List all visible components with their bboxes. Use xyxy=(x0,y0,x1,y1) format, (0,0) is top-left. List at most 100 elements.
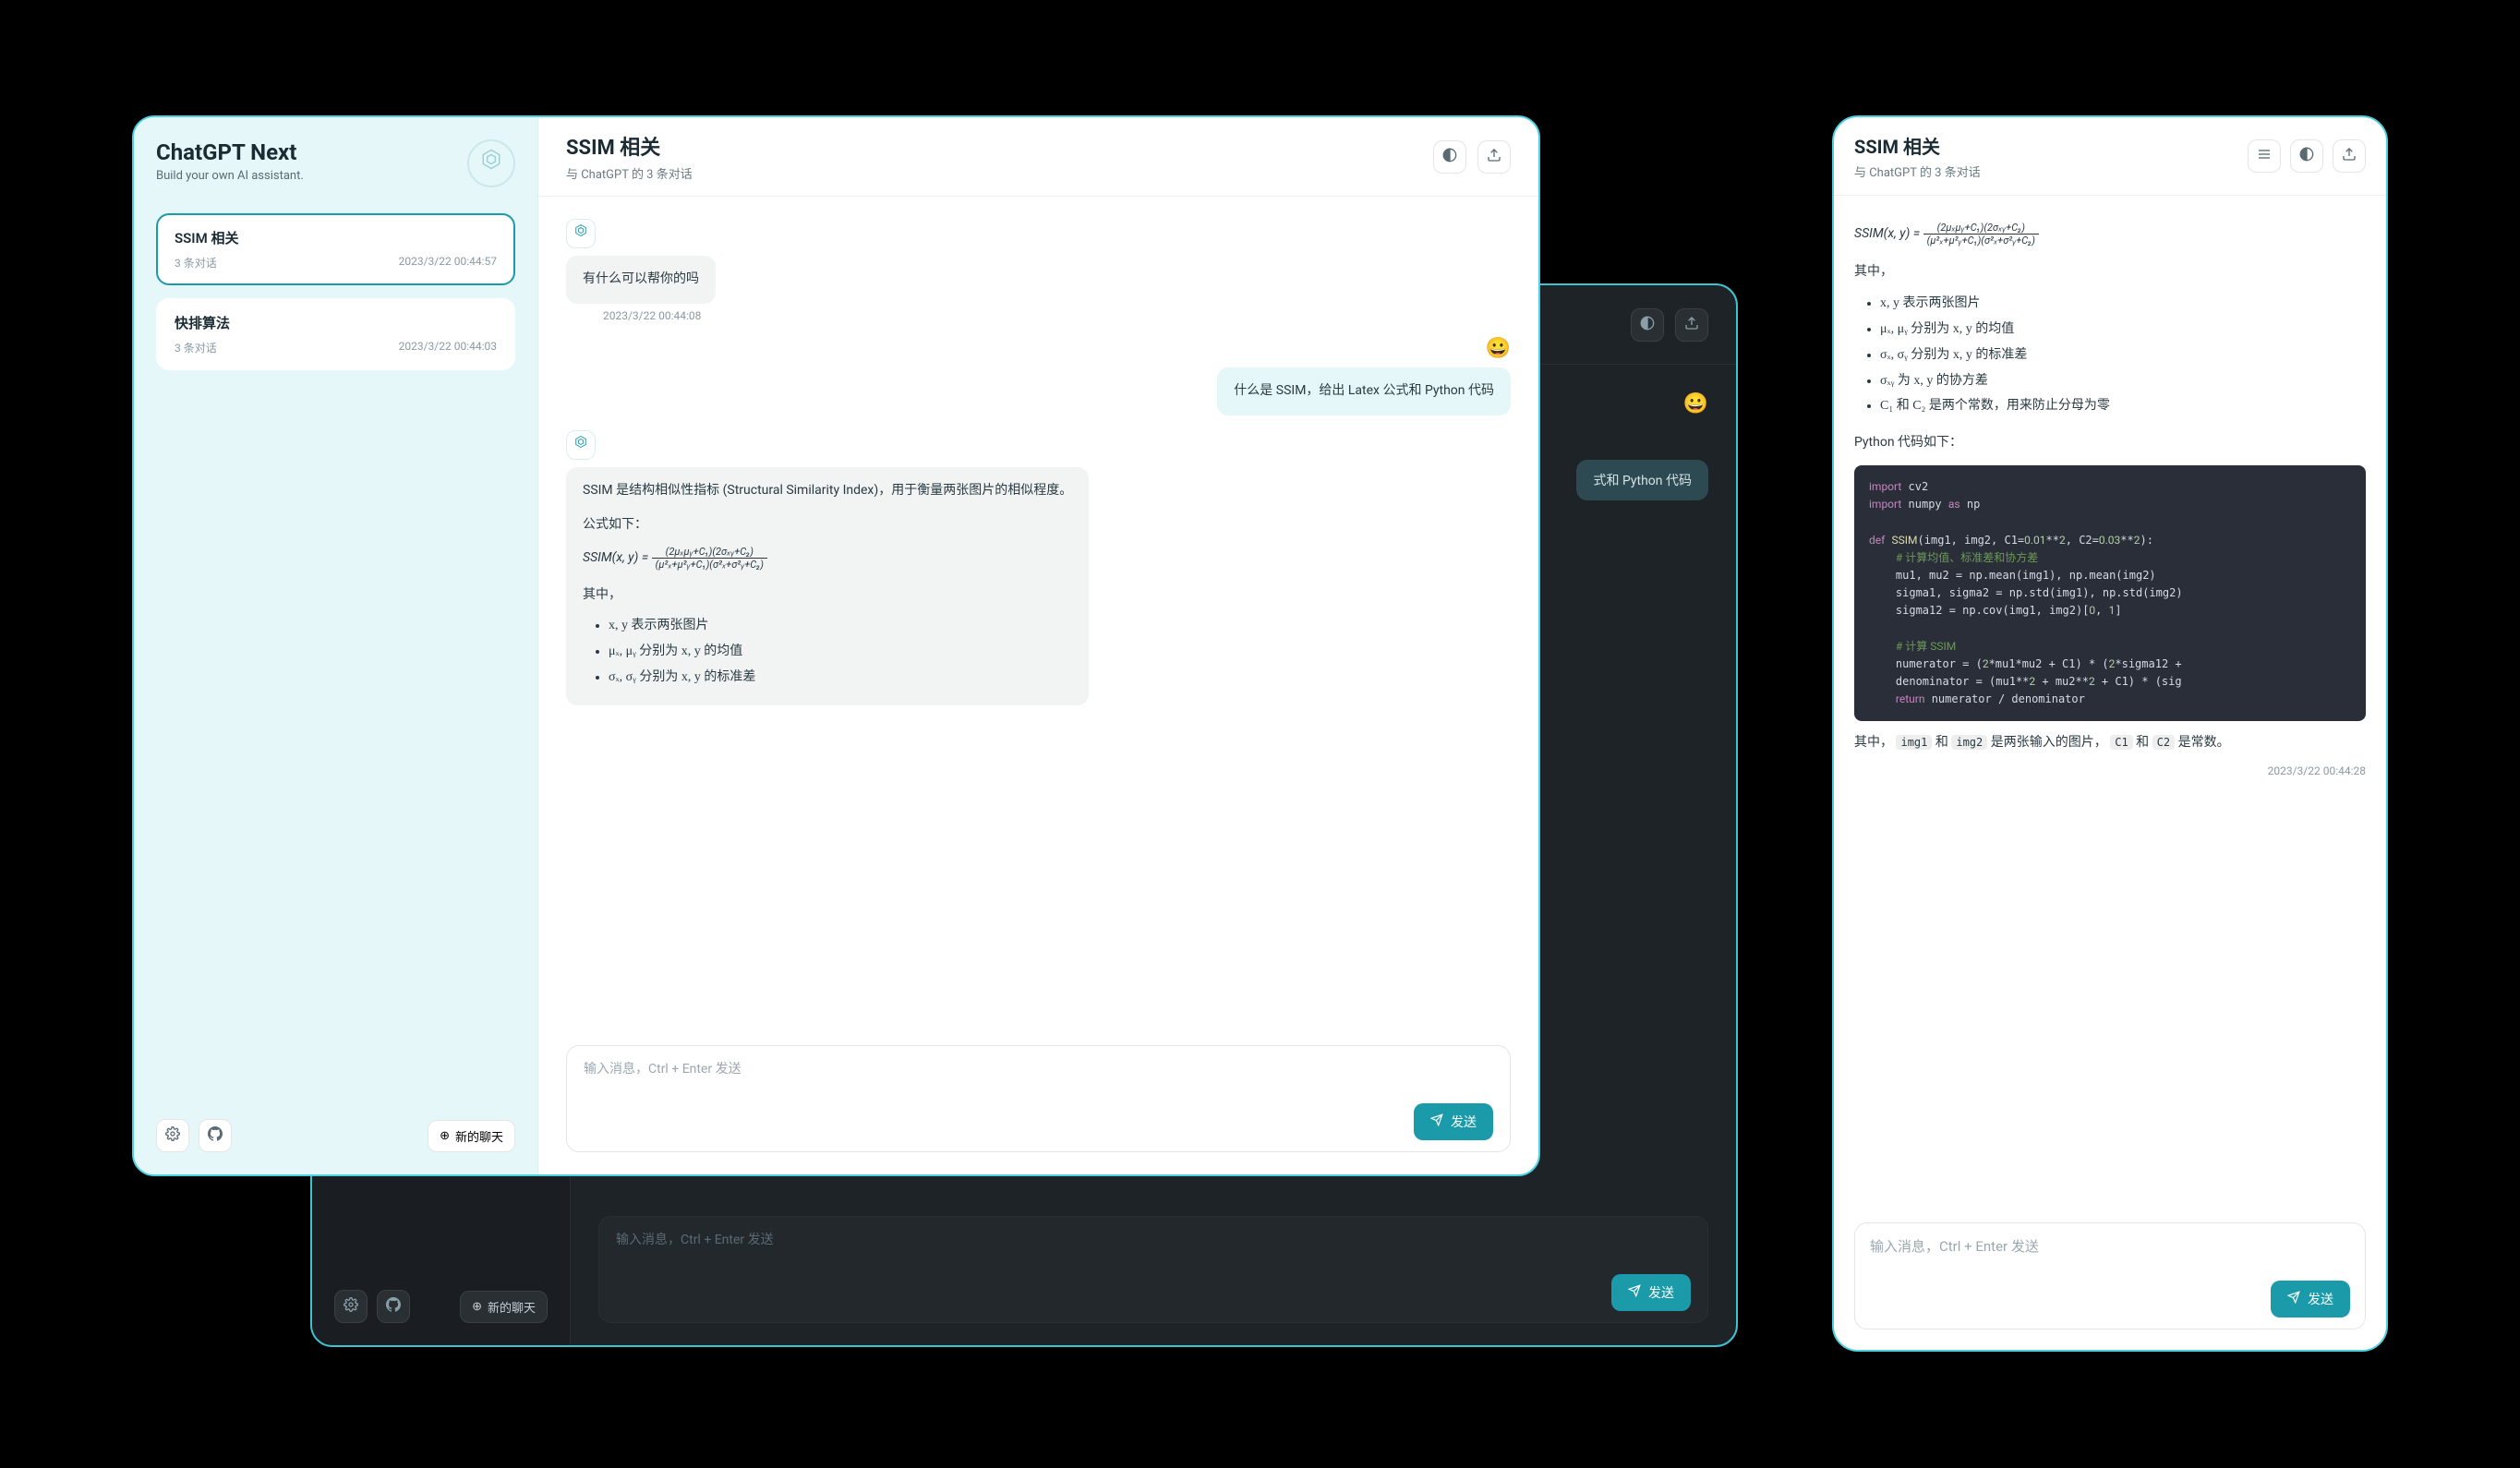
upload-icon xyxy=(1487,148,1501,166)
list-item: x, y 表示两张图片 xyxy=(1880,293,2366,315)
page-subtitle: 与 ChatGPT 的 3 条对话 xyxy=(566,164,693,182)
settings-button[interactable] xyxy=(156,1119,189,1152)
send-button[interactable]: 发送 xyxy=(1611,1274,1691,1311)
where-label: 其中， xyxy=(1854,261,2366,283)
new-chat-button[interactable]: ⊕ 新的聊天 xyxy=(428,1120,515,1152)
code-footer: 其中， img1 和 img2 是两张输入的图片， C1 和 C2 是常数。 xyxy=(1854,732,2366,754)
conversation-item-0[interactable]: SSIM 相关 3 条对话 2023/3/22 00:44:57 xyxy=(156,213,515,285)
new-chat-button[interactable]: ⊕ 新的聊天 xyxy=(460,1291,548,1323)
inline-code: C1 xyxy=(2110,735,2132,750)
gear-icon xyxy=(165,1126,180,1145)
conversation-item-1[interactable]: 快排算法 3 条对话 2023/3/22 00:44:03 xyxy=(156,298,515,370)
brand-title: ChatGPT Next xyxy=(156,139,304,165)
message-input[interactable] xyxy=(1870,1236,2350,1281)
topbar: SSIM 相关 与 ChatGPT 的 3 条对话 xyxy=(538,117,1538,197)
github-icon xyxy=(386,1297,401,1316)
send-label: 发送 xyxy=(1648,1283,1674,1302)
ssim-formula: SSIM(x, y) = (2μₓμᵧ+C₁)(2σₓᵧ+C₂)(μ²ₓ+μ²ᵧ… xyxy=(1854,222,2366,247)
export-button[interactable] xyxy=(1477,140,1511,174)
plus-icon: ⊕ xyxy=(440,1129,450,1143)
assistant-avatar xyxy=(566,219,596,248)
chat-area[interactable]: 有什么可以帮你的吗 2023/3/22 00:44:08 😀 什么是 SSIM，… xyxy=(538,197,1538,1045)
settings-button[interactable] xyxy=(334,1290,368,1323)
assistant-avatar xyxy=(566,430,596,460)
mobile-composer: 发送 xyxy=(1834,1208,2386,1350)
brand-logo xyxy=(467,139,515,187)
sidebar-footer: ⊕ 新的聊天 xyxy=(156,1119,515,1152)
openai-icon xyxy=(573,223,589,244)
mobile-chat-area[interactable]: SSIM(x, y) = (2μₓμᵧ+C₁)(2σₓᵧ+C₂)(μ²ₓ+μ²ᵧ… xyxy=(1834,196,2386,1208)
assistant-message-row: 有什么可以帮你的吗 2023/3/22 00:44:08 xyxy=(566,219,1511,322)
inline-code: img2 xyxy=(1951,735,1987,750)
menu-icon xyxy=(2257,147,2272,165)
github-icon xyxy=(208,1126,223,1145)
inline-code: C2 xyxy=(2152,735,2175,750)
python-label: Python 代码如下： xyxy=(1854,432,2366,454)
export-button[interactable] xyxy=(1675,308,1708,342)
definition-list: x, y 表示两张图片 μₓ, μᵧ 分别为 x, y 的均值 σₓ, σᵧ 分… xyxy=(583,615,1072,688)
send-label: 发送 xyxy=(1451,1113,1477,1131)
assistant-bubble: SSIM 是结构相似性指标 (Structural Similarity Ind… xyxy=(566,467,1089,705)
definition-list: x, y 表示两张图片 μₓ, μᵧ 分别为 x, y 的均值 σₓ, σᵧ 分… xyxy=(1854,293,2366,417)
message-timestamp: 2023/3/22 00:44:28 xyxy=(1854,762,2366,780)
github-button[interactable] xyxy=(377,1290,410,1323)
ssim-formula: SSIM(x, y) = (2μₓμᵧ+C₁)(2σₓᵧ+C₂)(μ²ₓ+μ²ᵧ… xyxy=(583,546,1072,571)
user-avatar: 😀 xyxy=(1683,392,1708,415)
page-subtitle: 与 ChatGPT 的 3 条对话 xyxy=(1854,162,1981,180)
user-message-row: 😀 什么是 SSIM，给出 Latex 公式和 Python 代码 xyxy=(566,337,1511,415)
list-item: x, y 表示两张图片 xyxy=(609,615,1072,637)
app-window-light: ChatGPT Next Build your own AI assistant… xyxy=(132,115,1540,1176)
conversation-title: SSIM 相关 xyxy=(175,228,497,247)
upload-icon xyxy=(1684,316,1699,334)
assistant-message-row: SSIM 是结构相似性指标 (Structural Similarity Ind… xyxy=(566,430,1511,705)
user-bubble: 什么是 SSIM，给出 Latex 公式和 Python 代码 xyxy=(1217,367,1511,415)
list-item: σₓ, σᵧ 分别为 x, y 的标准差 xyxy=(609,667,1072,689)
plus-icon: ⊕ xyxy=(472,1300,482,1314)
list-item: μₓ, μᵧ 分别为 x, y 的均值 xyxy=(609,641,1072,663)
theme-icon xyxy=(1442,148,1457,166)
ssim-intro: SSIM 是结构相似性指标 (Structural Similarity Ind… xyxy=(583,480,1072,502)
brand-header: ChatGPT Next Build your own AI assistant… xyxy=(156,139,515,187)
message-input[interactable] xyxy=(616,1230,1691,1274)
list-item: σₓ, σᵧ 分别为 x, y 的标准差 xyxy=(1880,344,2366,367)
new-chat-label: 新的聊天 xyxy=(455,1127,503,1145)
send-button[interactable]: 发送 xyxy=(2271,1281,2350,1318)
where-label: 其中， xyxy=(583,584,1072,607)
mobile-topbar: SSIM 相关 与 ChatGPT 的 3 条对话 xyxy=(1834,117,2386,196)
theme-button[interactable] xyxy=(1433,140,1466,174)
openai-icon xyxy=(477,148,505,179)
theme-icon xyxy=(2299,147,2314,165)
user-message: 式和 Python 代码 xyxy=(1576,460,1708,500)
conversation-time: 2023/3/22 00:44:57 xyxy=(399,255,497,271)
page-title: SSIM 相关 xyxy=(1854,132,1981,159)
github-button[interactable] xyxy=(199,1119,232,1152)
upload-icon xyxy=(2342,147,2357,165)
app-window-mobile: SSIM 相关 与 ChatGPT 的 3 条对话 xyxy=(1832,115,2388,1352)
message-input[interactable] xyxy=(584,1059,1493,1103)
sidebar: ChatGPT Next Build your own AI assistant… xyxy=(134,117,538,1174)
brand-subtitle: Build your own AI assistant. xyxy=(156,169,304,183)
conversation-title: 快排算法 xyxy=(175,313,497,332)
send-button[interactable]: 发送 xyxy=(1414,1103,1493,1140)
main-column: SSIM 相关 与 ChatGPT 的 3 条对话 xyxy=(538,117,1538,1174)
formula-label: 公式如下： xyxy=(583,514,1072,536)
export-button[interactable] xyxy=(2333,139,2366,173)
menu-button[interactable] xyxy=(2248,139,2281,173)
theme-button[interactable] xyxy=(1631,308,1664,342)
code-block: import cv2 import numpy as np def SSIM(i… xyxy=(1854,465,2366,721)
send-icon xyxy=(1430,1113,1443,1130)
send-label: 发送 xyxy=(2308,1290,2333,1308)
page-title: SSIM 相关 xyxy=(566,131,693,161)
list-item: C₁ 和 C₂ 是两个常数，用来防止分母为零 xyxy=(1880,395,2366,417)
list-item: μₓ, μᵧ 分别为 x, y 的均值 xyxy=(1880,319,2366,341)
message-timestamp: 2023/3/22 00:44:08 xyxy=(603,309,701,322)
inline-code: img1 xyxy=(1896,735,1932,750)
openai-icon xyxy=(573,435,589,455)
theme-button[interactable] xyxy=(2290,139,2323,173)
gear-icon xyxy=(344,1297,358,1316)
send-icon xyxy=(2287,1291,2300,1307)
composer-dark: 发送 xyxy=(571,1216,1736,1345)
composer: 发送 xyxy=(538,1045,1538,1174)
assistant-message: SSIM(x, y) = (2μₓμᵧ+C₁)(2σₓᵧ+C₂)(μ²ₓ+μ²ᵧ… xyxy=(1854,222,2366,781)
send-icon xyxy=(1628,1284,1641,1301)
